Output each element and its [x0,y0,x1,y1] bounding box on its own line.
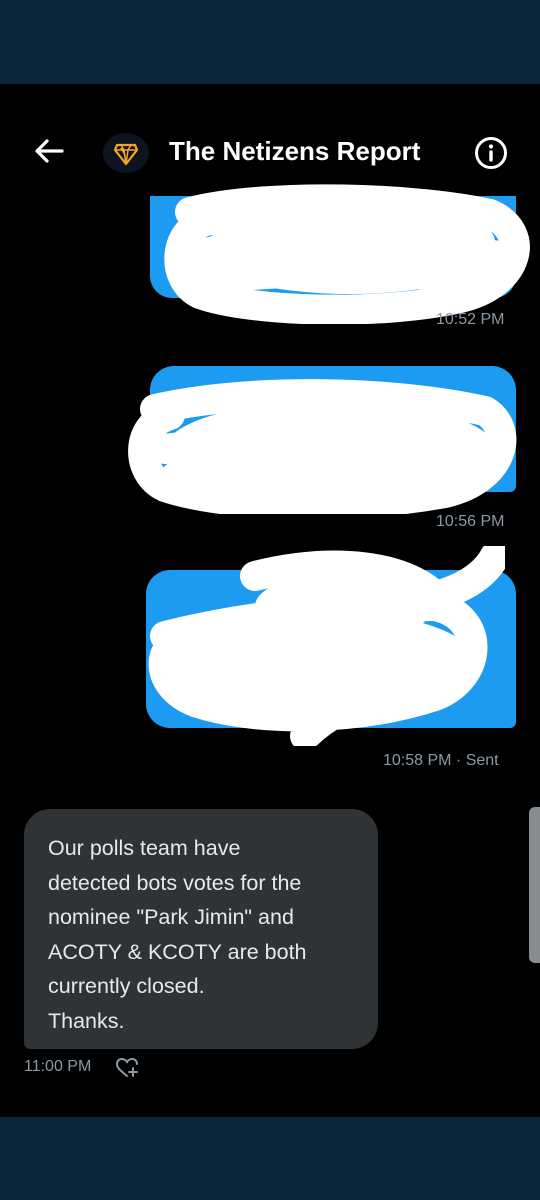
redaction-scribble [164,184,530,324]
message-timestamp: 11:00 PM [24,1058,92,1075]
dm-screen: The Netizens Report 10:52 PM 10:56 PM 10… [0,84,540,1117]
info-icon[interactable] [474,136,508,170]
avatar[interactable] [103,133,149,173]
add-reaction-heart-icon[interactable] [115,1056,139,1080]
message-timestamp: 10:52 PM [436,311,505,328]
arrow-left-icon[interactable] [32,134,66,168]
incoming-message-bubble[interactable]: Our polls team have detected bots votes … [24,809,378,1049]
redaction-scribble [148,546,505,746]
message-text: Our polls team have detected bots votes … [48,836,307,1033]
scrollbar[interactable] [529,807,540,963]
redaction-scribble [128,379,517,514]
screenshot-frame: The Netizens Report 10:52 PM 10:56 PM 10… [0,0,540,1200]
conversation-title[interactable]: The Netizens Report [169,136,420,167]
message-timestamp: 10:58 PM · Sent [383,752,499,769]
message-timestamp: 10:56 PM [436,513,505,530]
conversation-header: The Netizens Report [0,84,540,194]
